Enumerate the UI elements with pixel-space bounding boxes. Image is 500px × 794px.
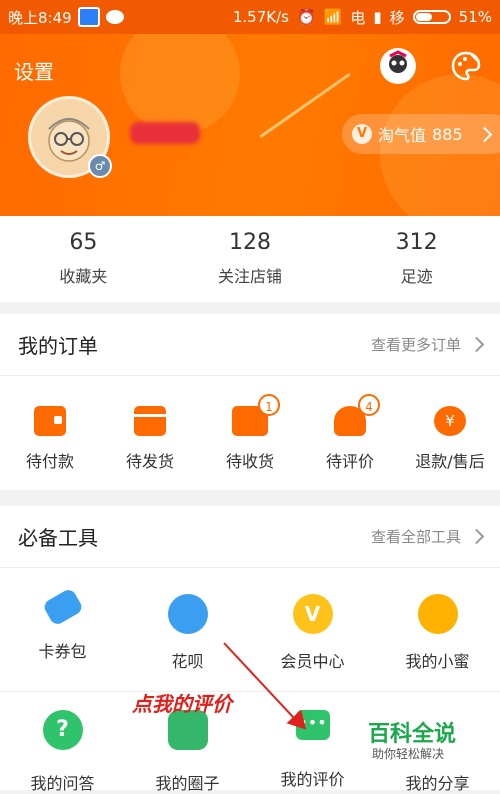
battery-percent: 51% <box>458 8 492 26</box>
bee-icon <box>417 594 458 634</box>
carrier-2: 移 <box>389 8 405 27</box>
tool-my-circle[interactable]: 我的圈子 <box>125 710 250 794</box>
watermark-title: 百科全说 <box>368 722 457 747</box>
user-nickname-redacted <box>130 122 200 144</box>
order-label: 退款/售后 <box>415 452 485 471</box>
order-refund[interactable]: ¥ 退款/售后 <box>400 406 500 472</box>
view-all-tools-link[interactable]: 查看全部工具 <box>371 526 485 547</box>
signal-icon: ▮ <box>373 8 382 26</box>
tool-label: 我的小蜜 <box>405 652 470 671</box>
order-label: 待发货 <box>125 452 174 471</box>
question-icon: ? <box>42 710 83 750</box>
huabei-icon <box>167 594 208 634</box>
tool-label: 我的问答 <box>30 774 95 793</box>
v-icon: V <box>352 124 372 144</box>
view-all-orders-link[interactable]: 查看更多订单 <box>371 334 485 355</box>
tool-label: 会员中心 <box>280 652 345 671</box>
taoqi-value: 885 <box>432 124 463 144</box>
carrier-1: 电 <box>350 8 366 27</box>
tool-label: 我的分享 <box>405 774 470 793</box>
tool-xiaomi-assistant[interactable]: 我的小蜜 <box>375 594 500 691</box>
taoqi-value-badge[interactable]: V 淘气值 885 <box>342 114 500 154</box>
alarm-icon: ⏰ <box>296 8 316 26</box>
profile-header: 设置 ♂ V 淘气值 885 <box>0 34 500 216</box>
taoqi-label: 淘气值 <box>378 126 427 145</box>
watermark-subtitle: 助你轻松解决 <box>372 747 445 761</box>
refund-icon: ¥ <box>434 406 466 436</box>
tool-label: 卡券包 <box>38 642 87 661</box>
stat-label: 收藏夹 <box>59 267 108 286</box>
stat-number: 65 <box>69 230 98 255</box>
tools-title: 必备工具 <box>18 526 98 550</box>
badge-count: 1 <box>258 394 280 416</box>
battery-icon <box>412 10 451 24</box>
stat-label: 关注店铺 <box>218 267 283 286</box>
badge-count: 4 <box>358 394 380 416</box>
chevron-right-icon <box>476 126 492 142</box>
app-notification-icon <box>77 7 100 27</box>
skin-palette-icon[interactable] <box>448 48 484 84</box>
tools-header: 必备工具 查看全部工具 <box>0 506 500 568</box>
orders-title: 我的订单 <box>18 334 98 358</box>
network-speed: 1.57K/s <box>232 8 289 26</box>
vip-icon: V <box>292 594 333 634</box>
stat-followed-shops[interactable]: 128 关注店铺 <box>167 216 334 302</box>
stat-number: 312 <box>395 230 438 255</box>
tool-my-qa[interactable]: ? 我的问答 <box>0 710 125 794</box>
order-label: 待评价 <box>325 452 374 471</box>
settings-button[interactable]: 设置 <box>14 56 54 85</box>
tool-label: 我的评价 <box>280 770 345 789</box>
stat-favorites[interactable]: 65 收藏夹 <box>0 216 167 302</box>
order-label: 待收货 <box>225 452 274 471</box>
tool-huabei[interactable]: 花呗 <box>125 594 250 691</box>
order-label: 待付款 <box>25 452 74 471</box>
tool-vip-center[interactable]: V 会员中心 <box>250 594 375 691</box>
order-pending-payment[interactable]: 待付款 <box>0 406 100 472</box>
wifi-icon: 📶 <box>323 8 343 26</box>
chevron-right-icon <box>468 528 485 545</box>
order-pending-receipt[interactable]: 1 待收货 <box>200 394 300 472</box>
orders-card: 我的订单 查看更多订单 待付款 待发货 1 待收货 4 待评价 ¥ 退款/售后 <box>0 314 500 490</box>
male-gender-icon: ♂ <box>88 154 112 178</box>
stat-number: 128 <box>229 230 271 255</box>
orders-header: 我的订单 查看更多订单 <box>0 314 500 376</box>
box-icon <box>134 406 166 436</box>
tool-coupons[interactable]: 卡券包 <box>0 587 125 691</box>
wechat-icon <box>105 10 124 24</box>
annotation-text: 点我的评价 <box>132 692 232 716</box>
order-pending-shipment[interactable]: 待发货 <box>100 406 200 472</box>
stat-label: 足迹 <box>400 267 433 286</box>
stats-bar: 65 收藏夹 128 关注店铺 312 足迹 <box>0 216 500 302</box>
wallet-icon <box>34 406 66 436</box>
chevron-right-icon <box>468 336 485 353</box>
status-time: 晚上8:49 <box>8 8 72 27</box>
mascot-icon[interactable] <box>380 48 416 84</box>
tool-label: 我的圈子 <box>155 774 220 793</box>
stat-footprints[interactable]: 312 足迹 <box>333 216 500 302</box>
status-bar: 晚上8:49 1.57K/s ⏰ 📶 电 ▮ 移 51% <box>0 0 500 34</box>
order-pending-review[interactable]: 4 待评价 <box>300 394 400 472</box>
